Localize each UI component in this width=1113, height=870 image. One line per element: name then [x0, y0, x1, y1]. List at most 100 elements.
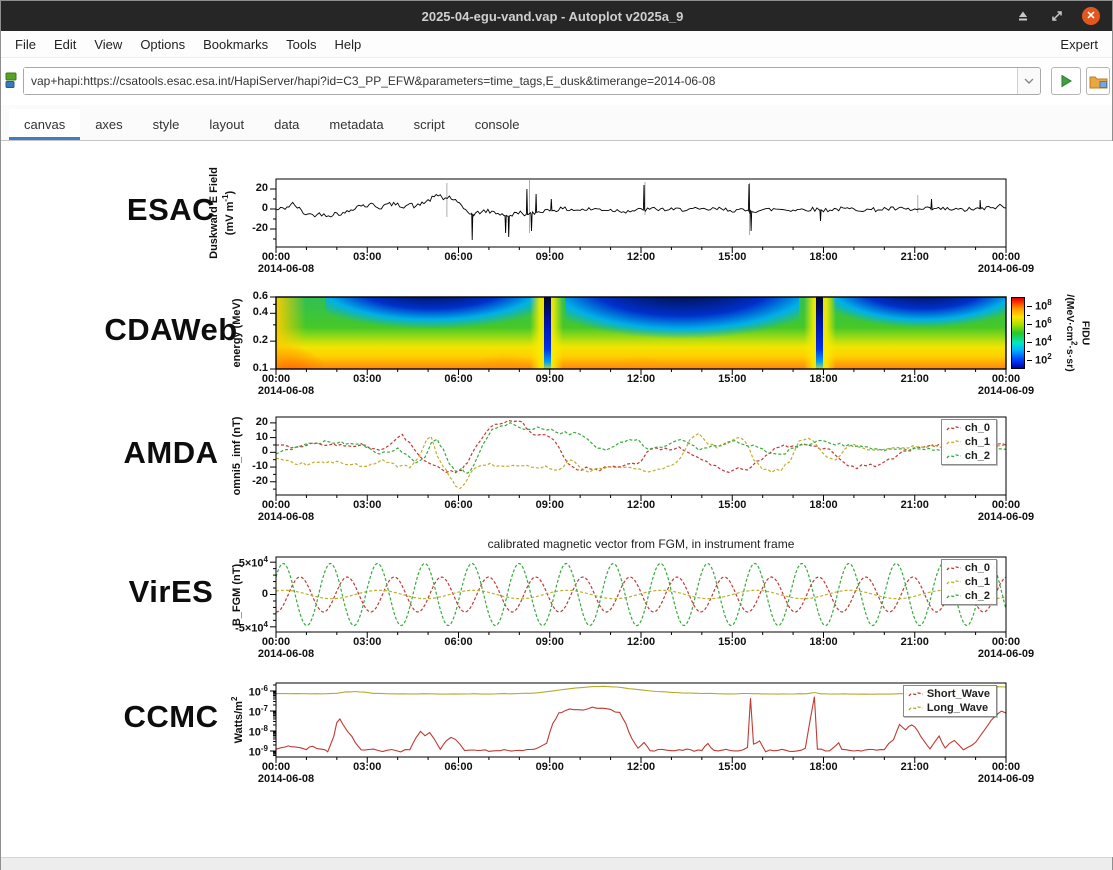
menu-item-view[interactable]: View — [85, 33, 131, 56]
menu-item-file[interactable]: File — [6, 33, 45, 56]
tab-canvas[interactable]: canvas — [9, 109, 80, 140]
menu-item-edit[interactable]: Edit — [45, 33, 85, 56]
legend-line-sample — [908, 703, 924, 713]
x-axis-start-date: 2014-06-08 — [253, 648, 319, 660]
plot-cdaweb[interactable] — [266, 296, 1016, 380]
chevron-down-icon — [1024, 77, 1034, 85]
go-button[interactable] — [1051, 67, 1081, 95]
legend-line-sample — [946, 451, 962, 461]
colorbar-tick — [1027, 324, 1032, 325]
legend-entry: ch_0 — [946, 561, 990, 575]
legend-line-sample — [946, 591, 962, 601]
legend-label: ch_1 — [965, 435, 990, 449]
y-tick-label: -20 — [214, 475, 268, 487]
x-axis-start-date: 2014-06-08 — [253, 511, 319, 523]
menu-item-tools[interactable]: Tools — [277, 33, 325, 56]
x-axis-end-date: 2014-06-09 — [973, 263, 1039, 275]
legend-entry: ch_1 — [946, 435, 990, 449]
colorbar-tick-label: 102 — [1035, 352, 1052, 367]
legend-vires[interactable]: ch_0ch_1ch_2 — [941, 559, 997, 605]
x-axis-start-date: 2014-06-08 — [253, 385, 319, 397]
tab-axes[interactable]: axes — [80, 109, 137, 140]
colorbar-tick — [1027, 342, 1032, 343]
status-bar — [1, 857, 1112, 870]
tab-layout[interactable]: layout — [194, 109, 259, 140]
legend-entry: Long_Wave — [908, 701, 990, 715]
uri-input[interactable] — [24, 68, 1017, 94]
maximize-icon — [1049, 8, 1065, 24]
plot-title-vires: calibrated magnetic vector from FGM, in … — [276, 537, 1006, 551]
legend-ccmc[interactable]: Short_WaveLong_Wave — [903, 685, 997, 717]
tab-console[interactable]: console — [460, 109, 535, 140]
x-axis-end-date: 2014-06-09 — [973, 773, 1039, 785]
legend-label: ch_0 — [965, 561, 990, 575]
autoplot-window: 2025-04-egu-vand.vap - Autoplot v2025a_9… — [0, 0, 1113, 870]
close-button[interactable]: ✕ — [1082, 7, 1100, 25]
minimize-button[interactable] — [1014, 7, 1032, 25]
y-tick-label: 0.2 — [214, 334, 268, 346]
play-icon — [1059, 74, 1073, 88]
y-tick-label: 10-8 — [214, 724, 268, 739]
y-tick-label: -10 — [214, 460, 268, 472]
menu-item-options[interactable]: Options — [131, 33, 194, 56]
legend-entry: ch_1 — [946, 575, 990, 589]
legend-amda[interactable]: ch_0ch_1ch_2 — [941, 419, 997, 465]
colorbar-unit-label: FIDU/(MeV·cm2·s·sr) — [1064, 294, 1091, 371]
colorbar-minor-tick — [1027, 351, 1030, 352]
colorbar[interactable] — [1011, 297, 1025, 369]
window-title: 2025-04-egu-vand.vap - Autoplot v2025a_9 — [1, 9, 1014, 24]
y-tick-label: 5×104 — [214, 555, 268, 570]
y-tick-label: 0 — [214, 445, 268, 457]
tab-script[interactable]: script — [399, 109, 460, 140]
uri-row — [1, 58, 1112, 105]
legend-label: ch_2 — [965, 449, 990, 463]
y-tick-label: 0 — [214, 202, 268, 214]
colorbar-tick-label: 108 — [1035, 298, 1052, 313]
y-tick-label: 20 — [214, 182, 268, 194]
legend-line-sample — [908, 689, 924, 699]
inspect-uri-button[interactable] — [1086, 67, 1110, 95]
legend-label: Short_Wave — [927, 687, 990, 701]
window-buttons: ✕ — [1014, 7, 1112, 25]
menu-item-help[interactable]: Help — [326, 33, 371, 56]
legend-line-sample — [946, 563, 962, 573]
legend-entry: ch_2 — [946, 449, 990, 463]
y-tick-label: 20 — [214, 416, 268, 428]
close-icon: ✕ — [1086, 11, 1095, 22]
tab-bar: canvasaxesstylelayoutdatametadatascriptc… — [1, 105, 1112, 141]
legend-label: ch_2 — [965, 589, 990, 603]
x-axis-end-date: 2014-06-09 — [973, 511, 1039, 523]
colorbar-minor-tick — [1027, 333, 1030, 334]
legend-label: ch_1 — [965, 575, 990, 589]
colorbar-minor-tick — [1027, 315, 1030, 316]
y-tick-label: 0.6 — [214, 290, 268, 302]
plot-esac[interactable] — [266, 178, 1016, 258]
legend-line-sample — [946, 437, 962, 447]
legend-label: Long_Wave — [927, 701, 988, 715]
legend-entry: ch_0 — [946, 421, 990, 435]
y-tick-label: 10-9 — [214, 744, 268, 759]
y-tick-label: 10-6 — [214, 684, 268, 699]
expert-mode-label[interactable]: Expert — [1046, 33, 1112, 56]
title-bar: 2025-04-egu-vand.vap - Autoplot v2025a_9… — [1, 1, 1112, 31]
colorbar-tick — [1027, 306, 1032, 307]
tab-metadata[interactable]: metadata — [314, 109, 398, 140]
maximize-button[interactable] — [1048, 7, 1066, 25]
plot-amda[interactable] — [266, 416, 1016, 506]
tab-data[interactable]: data — [259, 109, 314, 140]
plot-canvas: ESACDuskward E Field(mV m-1)-2002000:000… — [1, 141, 1113, 857]
y-tick-label: 10 — [214, 431, 268, 443]
tab-style[interactable]: style — [138, 109, 195, 140]
menu-item-bookmarks[interactable]: Bookmarks — [194, 33, 277, 56]
y-tick-label: 10-7 — [214, 704, 268, 719]
colorbar-tick-label: 106 — [1035, 316, 1052, 331]
uri-combobox — [23, 67, 1041, 95]
y-tick-label: -20 — [214, 222, 268, 234]
uri-dropdown-button[interactable] — [1017, 68, 1040, 94]
x-axis-start-date: 2014-06-08 — [253, 773, 319, 785]
y-tick-label: 0.4 — [214, 306, 268, 318]
datasource-type-icon — [5, 72, 19, 95]
plot-vires[interactable] — [266, 556, 1016, 643]
y-tick-label: -5×104 — [214, 620, 268, 635]
legend-line-sample — [946, 577, 962, 587]
